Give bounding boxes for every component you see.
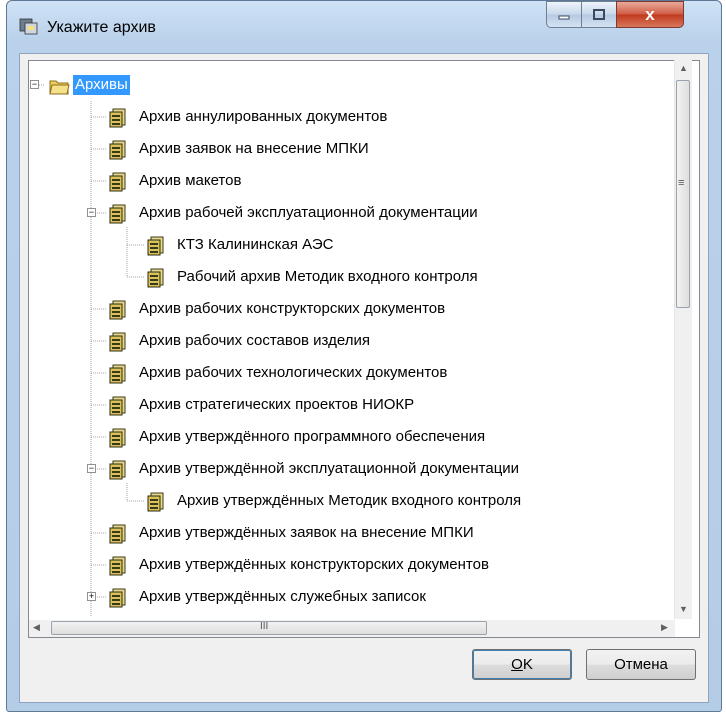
tree-node-archive[interactable]: Архив утверждённого программного обеспеч…: [29, 421, 669, 453]
tree-node-archive[interactable]: Архив утверждённой эксплуатационной доку…: [29, 453, 669, 485]
tree-node-label: Архив утверждённой эксплуатационной доку…: [139, 460, 520, 477]
window-title: Укажите архив: [47, 19, 156, 36]
tree-node-label: Архив утверждённых Методик входного конт…: [177, 492, 522, 509]
tree-node-archive[interactable]: Архив макетов: [29, 165, 669, 197]
scroll-left-arrow-icon[interactable]: ◀: [33, 622, 40, 633]
archive-cabinet-icon: [109, 300, 126, 320]
tree-node-label: Рабочий архив Методик входного контроля: [177, 268, 478, 285]
minimize-icon: [558, 15, 570, 19]
archive-cabinet-icon: [109, 588, 126, 608]
tree-node-archive[interactable]: Архив рабочей эксплуатационной документа…: [29, 197, 669, 229]
tree-node-label: Архив утверждённых конструкторских докум…: [139, 556, 489, 573]
tree-node-archive[interactable]: Архив утверждённых Методик входного конт…: [29, 485, 669, 517]
scroll-grip-icon: ≡: [678, 177, 685, 189]
tree-node-label: Архив рабочих составов изделия: [139, 332, 370, 349]
archive-tree[interactable]: − Архивы Архив аннулированных документов…: [28, 60, 700, 638]
archive-cabinet-icon: [147, 268, 164, 288]
tree-node-label: Архив рабочей эксплуатационной документа…: [139, 204, 478, 221]
tree-node-archive[interactable]: Архив стратегических проектов НИОКР: [29, 389, 669, 421]
ok-mnemonic: O: [511, 656, 523, 673]
vertical-scroll-thumb[interactable]: ≡: [676, 80, 690, 308]
archive-cabinet-icon: [109, 460, 126, 480]
archive-app-icon: [19, 18, 38, 35]
archive-cabinet-icon: [147, 492, 164, 512]
archive-cabinet-icon: [109, 172, 126, 192]
archive-cabinet-icon: [109, 556, 126, 576]
tree-node-label: Архив аннулированных документов: [139, 108, 388, 125]
horizontal-scroll-thumb[interactable]: III: [51, 621, 487, 635]
tree-node-archive[interactable]: Архив утверждённых конструкторских докум…: [29, 549, 669, 581]
tree-node-label: Архив утверждённых заявок на внесение МП…: [139, 524, 474, 541]
tree-node-archive[interactable]: Архив аннулированных документов: [29, 101, 669, 133]
archive-cabinet-icon: [109, 332, 126, 352]
close-icon: x: [645, 4, 655, 24]
archive-cabinet-icon: [147, 236, 164, 256]
archive-cabinet-icon: [109, 428, 126, 448]
folder-icon: [49, 80, 70, 95]
minimize-button[interactable]: [546, 1, 582, 28]
maximize-icon: [593, 8, 605, 20]
archive-cabinet-icon: [109, 108, 126, 128]
ok-button[interactable]: OK: [472, 649, 572, 680]
dialog-window: Укажите архив x − Архивы Архив аннулиров…: [6, 0, 722, 712]
tree-node-label: Архивы: [73, 75, 130, 95]
scroll-down-arrow-icon[interactable]: ▼: [679, 604, 688, 614]
tree-node-label: Архив макетов: [139, 172, 242, 189]
tree-node-label: КТЗ Калининская АЭС: [177, 236, 334, 253]
tree-node-archive[interactable]: Архив утверждённых заявок на внесение МП…: [29, 517, 669, 549]
vertical-scrollbar[interactable]: ▲ ≡ ▼: [674, 60, 692, 619]
close-button[interactable]: x: [616, 1, 684, 28]
tree-node-archive[interactable]: Архив рабочих технологических документов: [29, 357, 669, 389]
tree-node-archive[interactable]: Архив утверждённых служебных записок: [29, 581, 669, 613]
tree-node-archive[interactable]: Рабочий архив Методик входного контроля: [29, 261, 669, 293]
tree-node-label: Архив заявок на внесение МПКИ: [139, 140, 369, 157]
tree-node-archive[interactable]: Архив рабочих составов изделия: [29, 325, 669, 357]
tree-node-archive[interactable]: Архив рабочих конструкторских документов: [29, 293, 669, 325]
scroll-grip-icon: III: [260, 621, 269, 632]
tree-node-archive[interactable]: КТЗ Калининская АЭС: [29, 229, 669, 261]
archive-cabinet-icon: [109, 524, 126, 544]
archive-cabinet-icon: [109, 364, 126, 384]
horizontal-scrollbar[interactable]: ◀ III ▶: [29, 620, 675, 637]
tree-node-archive[interactable]: Архив заявок на внесение МПКИ: [29, 133, 669, 165]
archive-cabinet-icon: [109, 140, 126, 160]
archive-cabinet-icon: [109, 396, 126, 416]
scroll-right-arrow-icon[interactable]: ▶: [661, 622, 668, 633]
tree-node-label: Архив стратегических проектов НИОКР: [139, 396, 415, 413]
scroll-up-arrow-icon[interactable]: ▲: [679, 63, 688, 73]
dialog-client-area: − Архивы Архив аннулированных документов…: [19, 53, 709, 703]
tree-node-root[interactable]: Архивы: [29, 69, 669, 101]
tree-node-label: Архив утверждённых служебных записок: [139, 588, 426, 605]
ok-label: K: [522, 656, 533, 673]
tree-node-label: Архив рабочих технологических документов: [139, 364, 448, 381]
tree-node-label: Архив рабочих конструкторских документов: [139, 300, 446, 317]
maximize-button[interactable]: [581, 1, 617, 28]
tree-node-label: Архив утверждённого программного обеспеч…: [139, 428, 486, 445]
cancel-button[interactable]: Отмена: [586, 649, 696, 680]
archive-cabinet-icon: [109, 204, 126, 224]
